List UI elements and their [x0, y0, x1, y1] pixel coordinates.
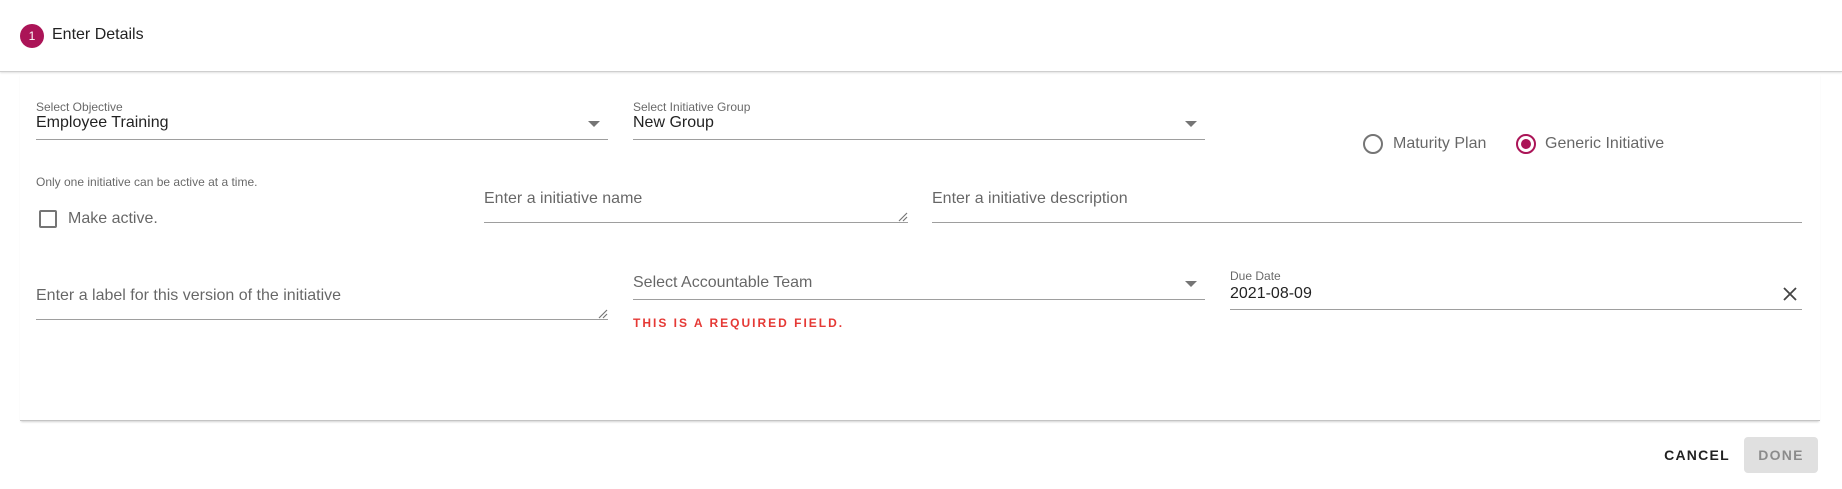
- radio-selected-dot: [1521, 139, 1531, 149]
- radio-generic-initiative[interactable]: [1516, 134, 1536, 154]
- resize-handle-icon[interactable]: [896, 210, 908, 222]
- initiative-description-field[interactable]: Enter a initiative description: [932, 183, 1802, 223]
- initiative-group-underline: [633, 139, 1205, 140]
- due-date-label: Due Date: [1230, 269, 1281, 283]
- initiative-description-underline: [932, 222, 1802, 223]
- make-active-label[interactable]: Make active.: [68, 210, 158, 228]
- resize-handle-icon[interactable]: [596, 307, 608, 319]
- initiative-group-select[interactable]: Select Initiative Group New Group: [633, 100, 1205, 140]
- chevron-down-icon: [1185, 121, 1197, 127]
- initiative-name-field[interactable]: Enter a initiative name: [484, 183, 908, 223]
- due-date-underline: [1230, 309, 1802, 310]
- cancel-button[interactable]: CANCEL: [1656, 437, 1738, 473]
- chevron-down-icon: [1185, 281, 1197, 287]
- radio-generic-initiative-label[interactable]: Generic Initiative: [1545, 135, 1664, 153]
- initiative-description-placeholder: Enter a initiative description: [932, 190, 1128, 207]
- initiative-group-value: New Group: [633, 114, 714, 131]
- radio-maturity-plan-label[interactable]: Maturity Plan: [1393, 135, 1486, 153]
- due-date-value: 2021-08-09: [1230, 285, 1312, 302]
- radio-maturity-plan[interactable]: [1363, 134, 1383, 154]
- version-label-underline: [36, 319, 608, 320]
- objective-label: Select Objective: [36, 100, 123, 114]
- done-button[interactable]: DONE: [1744, 437, 1818, 473]
- make-active-checkbox[interactable]: [39, 210, 57, 228]
- objective-value: Employee Training: [36, 114, 169, 131]
- details-panel: Select Objective Employee Training Selec…: [20, 73, 1820, 421]
- stepper-header: 1 Enter Details: [0, 0, 1842, 72]
- chevron-down-icon: [588, 121, 600, 127]
- step-title: Enter Details: [52, 26, 144, 43]
- initiative-name-underline: [484, 222, 908, 223]
- step-number-badge: 1: [20, 24, 44, 48]
- objective-underline: [36, 139, 608, 140]
- accountable-team-underline: [633, 299, 1205, 300]
- objective-select[interactable]: Select Objective Employee Training: [36, 100, 608, 140]
- close-icon[interactable]: [1780, 284, 1800, 304]
- version-label-field[interactable]: Enter a label for this version of the in…: [36, 280, 608, 320]
- accountable-team-error: This is a required field.: [633, 316, 845, 330]
- version-label-placeholder: Enter a label for this version of the in…: [36, 287, 342, 304]
- active-hint: Only one initiative can be active at a t…: [36, 175, 258, 189]
- due-date-field[interactable]: Due Date 2021-08-09: [1230, 269, 1802, 311]
- initiative-group-label: Select Initiative Group: [633, 100, 751, 114]
- initiative-name-placeholder: Enter a initiative name: [484, 190, 643, 207]
- accountable-team-placeholder: Select Accountable Team: [633, 274, 813, 291]
- accountable-team-select[interactable]: Select Accountable Team: [633, 267, 1205, 307]
